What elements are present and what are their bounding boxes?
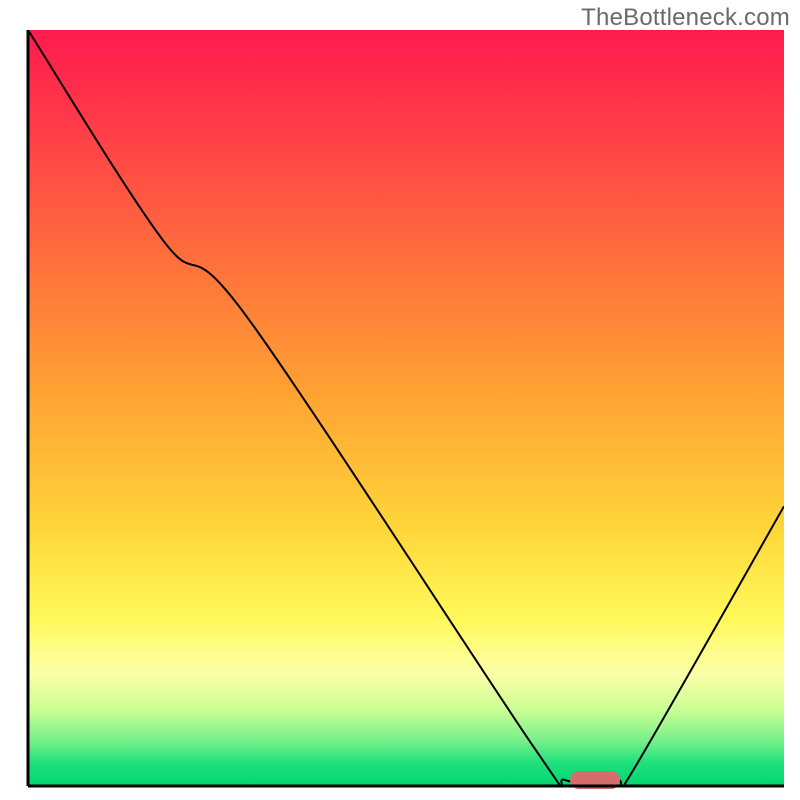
chart-container: TheBottleneck.com — [0, 0, 800, 800]
bottleneck-curve-path — [28, 30, 784, 786]
curve-layer — [28, 30, 784, 786]
optimal-marker — [570, 771, 620, 789]
watermark-text: TheBottleneck.com — [581, 4, 790, 32]
